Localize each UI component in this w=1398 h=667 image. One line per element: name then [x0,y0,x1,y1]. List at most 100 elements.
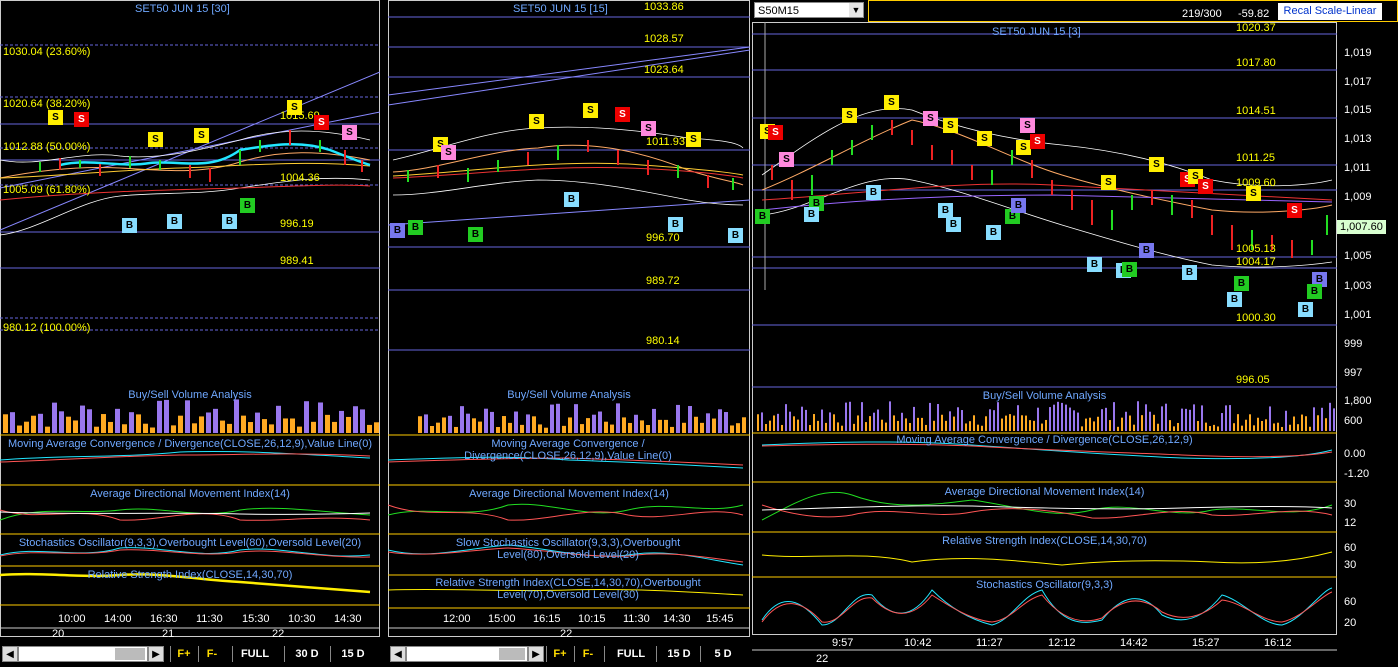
price-axis-label: 1,019 [1344,47,1372,59]
indicator-title-adx: Average Directional Movement Index(14) [90,488,290,500]
sell-signal: S [1246,186,1261,201]
price-axis-label: 999 [1344,338,1363,350]
volume-bar [466,413,470,433]
volume-bar [31,415,36,433]
volume-bar [1265,419,1267,431]
zoom-in-button[interactable]: F+ [170,646,197,662]
stoch-axis-label: 20 [1344,617,1357,629]
price-axis-label: 1,017 [1344,76,1372,88]
volume-bar [220,420,225,433]
indicator-title-adx: Average Directional Movement Index(14) [944,486,1145,498]
stoch-axis-label: 60 [1344,596,1357,608]
volume-bar [1125,411,1127,431]
date-label: 22 [272,628,285,640]
volume-bar [283,418,288,433]
volume-bar [276,405,281,433]
price-level: 1028.57 [644,33,684,45]
volume-bar [1013,415,1015,431]
price-axis-label: 997 [1344,367,1363,379]
zoom-out-button[interactable]: F- [574,646,601,662]
volume-bar [837,422,839,431]
symbol-selector[interactable]: S50M15 ▼ [754,2,864,18]
volume-bar [877,409,879,431]
volume-bar [813,414,815,431]
time-label: 15:00 [488,613,516,625]
rsi-axis-label: 30 [1344,559,1357,571]
zoom-out-button[interactable]: F- [198,646,225,662]
chart-panel-3min[interactable]: S50M15 ▼ 219/300 -59.82 Recal Scale-Linea… [752,0,1398,667]
volume-bar [825,422,827,431]
indicator-title-stoch: Stochastics Oscillator(9,3,3) [976,579,1113,591]
volume-bar [1209,426,1211,431]
time-label: 9:57 [832,637,854,649]
price-level: 1004.17 [1236,256,1276,268]
volume-bar [1105,407,1107,431]
indicator-title-rsi: Relative Strength Index(CLOSE,14,30,70),… [435,577,701,601]
volume-bar [694,416,698,433]
volume-bar [969,421,971,431]
volume-bar [961,410,963,431]
price-level: 1023.64 [644,64,684,76]
volume-bar [1217,426,1219,431]
scroll-right-button[interactable]: ▶ [528,646,544,662]
volume-bar [1193,404,1195,431]
full-button[interactable]: FULL [604,646,657,662]
volume-bar [905,418,907,431]
volume-bar [712,418,716,433]
volume-bar [360,409,365,433]
volume-bar [873,412,875,431]
full-button[interactable]: FULL [232,646,277,662]
volume-bar [502,416,506,433]
zoom-in-button[interactable]: F+ [546,646,573,662]
scroll-left-button[interactable]: ◀ [2,646,18,662]
volume-bar [849,401,851,431]
scrollbar[interactable] [406,646,528,662]
chart-panel-15min[interactable]: SET50 JUN 15 [15] 1033.86 1028.57 1023.6… [388,0,750,667]
sell-signal: S [342,125,357,140]
volume-bar [1057,401,1059,431]
volume-bar [718,409,722,433]
chevron-down-icon[interactable]: ▼ [849,3,863,17]
volume-bar [652,408,656,433]
time-label: 16:30 [150,613,178,625]
volume-bar [670,426,674,433]
recal-scale-button[interactable]: Recal Scale-Linear [1278,3,1382,20]
price-level: 996.19 [280,218,314,230]
period-30d-button[interactable]: 30 D [284,646,329,662]
time-label: 16:12 [1264,637,1292,649]
volume-bar [192,423,197,433]
volume-bar [985,416,987,431]
volume-bar [568,417,572,433]
scrollbar[interactable] [18,646,148,662]
volume-bar [628,422,632,433]
scroll-left-button[interactable]: ◀ [390,646,406,662]
volume-bar [941,414,943,431]
chart-panel-30min[interactable]: SET50 JUN 15 [30] 1030.04 (23.60%) 1020.… [0,0,380,667]
sell-signal: S [977,131,992,146]
volume-bar [1161,406,1163,431]
price-level: 1020.37 [1236,22,1276,34]
time-label: 11:27 [976,637,1003,649]
volume-bar [1205,422,1207,431]
volume-bar [178,415,183,433]
price-axis-label: 1,011 [1344,162,1371,174]
volume-bar [1257,417,1259,431]
volume-bar [544,427,548,433]
chart-canvas-15min [388,0,750,637]
volume-bar [1201,405,1203,431]
volume-bar [604,421,608,433]
buy-signal: B [564,192,579,207]
buy-signal: B [1182,265,1197,280]
scroll-right-button[interactable]: ▶ [148,646,164,662]
period-15d-button[interactable]: 15 D [330,646,375,662]
volume-bar [1089,417,1091,431]
buy-signal: B [1234,276,1249,291]
volume-bar [269,424,274,433]
volume-bar [1145,404,1147,431]
fib-level-50: 1012.88 (50.00%) [3,141,91,153]
period-5d-button[interactable]: 5 D [700,646,745,662]
volume-bar [1093,421,1095,431]
sell-signal: S [1101,175,1116,190]
period-15d-button[interactable]: 15 D [656,646,701,662]
volume-bar [688,406,692,433]
